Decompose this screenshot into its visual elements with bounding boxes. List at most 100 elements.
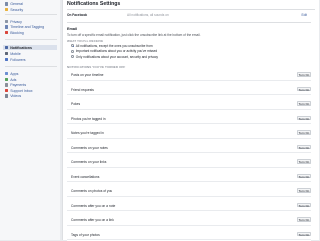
videos-icon — [5, 94, 9, 98]
turn-on-button[interactable]: Turn On — [297, 159, 311, 164]
sidebar-item-label: Payments — [10, 83, 27, 87]
sidebar-item-label: Blocking — [10, 30, 24, 35]
sidebar-item-apps[interactable]: Apps — [5, 71, 18, 76]
sidebar-item-mobile[interactable]: Mobile — [5, 51, 21, 56]
page-title: Notifications Settings — [67, 1, 121, 7]
settings-sidebar: General Security Privacy Timeline and Taggi… — [0, 0, 60, 240]
notifications-icon — [5, 45, 9, 50]
turned-off-row: Comments on your links Turn On — [67, 157, 311, 168]
turned-off-label: Comments on photos of you — [71, 189, 113, 193]
turned-off-label: Friend requests — [71, 87, 94, 92]
receive-heading: WHAT YOU'LL RECEIVE — [67, 39, 104, 43]
sidebar-divider — [5, 39, 57, 40]
email-option-label: Important notifications about you or act… — [75, 49, 158, 54]
on-facebook-row[interactable]: On Facebook All notifications, all sound… — [67, 13, 307, 18]
sidebar-item-label: Mobile — [10, 51, 21, 56]
sidebar-item-label: Apps — [10, 71, 19, 76]
security-icon — [5, 7, 9, 12]
email-description: To turn off a specific email notificatio… — [67, 32, 201, 37]
turn-on-button[interactable]: Turn On — [297, 173, 311, 179]
support-inbox-icon — [5, 88, 9, 93]
turn-on-button[interactable]: Turn On — [297, 217, 311, 222]
blocking-icon — [5, 30, 9, 35]
timeline-and-tagging-icon — [5, 25, 9, 29]
privacy-icon — [5, 19, 9, 24]
sidebar-item-label: Videos — [10, 94, 22, 98]
turned-off-label: Comments on your links — [71, 160, 107, 164]
sidebar-item-label: Timeline and Tagging — [10, 25, 45, 29]
turned-off-row: Pokes Turn On — [67, 99, 311, 110]
sidebar-item-general[interactable]: General — [5, 2, 23, 7]
turned-off-row: Event cancellations Turn On — [67, 172, 311, 182]
turned-off-heading: NOTIFICATIONS YOU'VE TURNED OFF — [67, 65, 126, 69]
turned-off-label: Comments after you on a note — [71, 203, 116, 208]
sidebar-divider — [5, 14, 57, 15]
turned-off-row: Photos you're tagged in Turn On — [67, 114, 311, 124]
turned-off-label: Comments on your notes — [71, 145, 108, 150]
sidebar-item-ads[interactable]: Ads — [5, 77, 16, 82]
sidebar-item-label: Security — [10, 7, 24, 12]
sidebar-item-payments[interactable]: Payments — [5, 83, 26, 88]
turn-on-button[interactable]: Turn On — [297, 72, 311, 77]
turn-on-button[interactable]: Turn On — [297, 86, 311, 92]
turn-on-button[interactable]: Turn On — [297, 101, 311, 106]
email-option-label: Only notifications about your account, s… — [75, 54, 159, 59]
email-option-label: All notifications, except the ones you u… — [75, 43, 153, 48]
sidebar-divider — [5, 66, 57, 67]
sidebar-item-security[interactable]: Security — [5, 7, 23, 12]
turned-off-row: Posts on your timeline Turn On — [67, 70, 311, 81]
sidebar-item-blocking[interactable]: Blocking — [5, 30, 24, 35]
turned-off-label: Comments after you on a link — [71, 218, 114, 222]
sidebar-item-videos[interactable]: Videos — [5, 94, 21, 99]
radio-button[interactable] — [71, 49, 74, 53]
email-option[interactable]: Only notifications about your account, s… — [71, 55, 158, 60]
notifications-panel: Notifications Settings On Facebook All n… — [62, 0, 319, 241]
turn-on-button[interactable]: Turn On — [297, 144, 311, 150]
turn-on-button[interactable]: Turn On — [297, 130, 311, 135]
sidebar-item-support-inbox[interactable]: Support Inbox — [5, 88, 33, 93]
email-option[interactable]: All notifications, except the ones you u… — [71, 44, 153, 49]
sidebar-item-label: Support Inbox — [10, 88, 33, 93]
sidebar-item-label: Notifications — [10, 45, 32, 50]
general-icon — [5, 2, 9, 6]
email-heading: Email — [67, 27, 78, 31]
sidebar-item-label: Followers — [10, 57, 26, 62]
turned-off-row: Comments on photos of you Turn On — [67, 186, 311, 197]
turned-off-row: Comments after you on a link Turn On — [67, 215, 311, 226]
radio-button[interactable] — [71, 55, 74, 59]
sidebar-item-privacy[interactable]: Privacy — [5, 19, 22, 24]
title-divider — [67, 8, 315, 10]
turn-on-button[interactable]: Turn On — [297, 115, 311, 121]
ads-icon — [5, 77, 9, 82]
sidebar-item-label: Ads — [10, 77, 17, 82]
turned-off-label: Photos you're tagged in — [71, 116, 106, 121]
turned-off-row: Notes you're tagged in Turn On — [67, 128, 311, 139]
followers-icon — [5, 57, 9, 62]
turned-off-label: Posts on your timeline — [71, 73, 104, 77]
on-facebook-label: On Facebook — [67, 13, 88, 17]
sidebar-item-label: Privacy — [10, 19, 22, 24]
turn-on-button[interactable]: Turn On — [297, 188, 311, 193]
turned-off-row: Comments after you on a note Turn On — [67, 201, 311, 211]
turn-on-button[interactable]: Turn On — [297, 202, 311, 208]
turned-off-label: Event cancellations — [71, 174, 100, 179]
turned-off-row: Comments on your notes Turn On — [67, 143, 311, 153]
sidebar-item-label: General — [10, 2, 23, 6]
turned-off-label: Notes you're tagged in — [71, 131, 104, 135]
apps-icon — [5, 71, 9, 76]
radio-button[interactable] — [71, 44, 74, 48]
email-option[interactable]: Important notifications about you or act… — [71, 49, 157, 54]
mobile-icon — [5, 51, 9, 56]
edit-link[interactable]: Edit — [302, 13, 308, 17]
sidebar-item-followers[interactable]: Followers — [5, 57, 26, 62]
email-section: Email To turn off a specific email notif… — [67, 22, 311, 241]
turned-off-row: Friend requests Turn On — [67, 85, 311, 95]
payments-icon — [5, 83, 9, 87]
turned-off-label: Pokes — [71, 102, 81, 106]
turned-off-label: Tags of your photos — [71, 232, 100, 237]
on-facebook-value: All notifications, all sounds on — [127, 13, 169, 17]
sidebar-item-timeline-and-tagging[interactable]: Timeline and Tagging — [5, 25, 44, 30]
sidebar-item-notifications[interactable]: Notifications — [3, 45, 57, 50]
turn-on-button[interactable]: Turn On — [297, 231, 311, 237]
turned-off-row: Tags of your photos Turn On — [67, 230, 311, 240]
